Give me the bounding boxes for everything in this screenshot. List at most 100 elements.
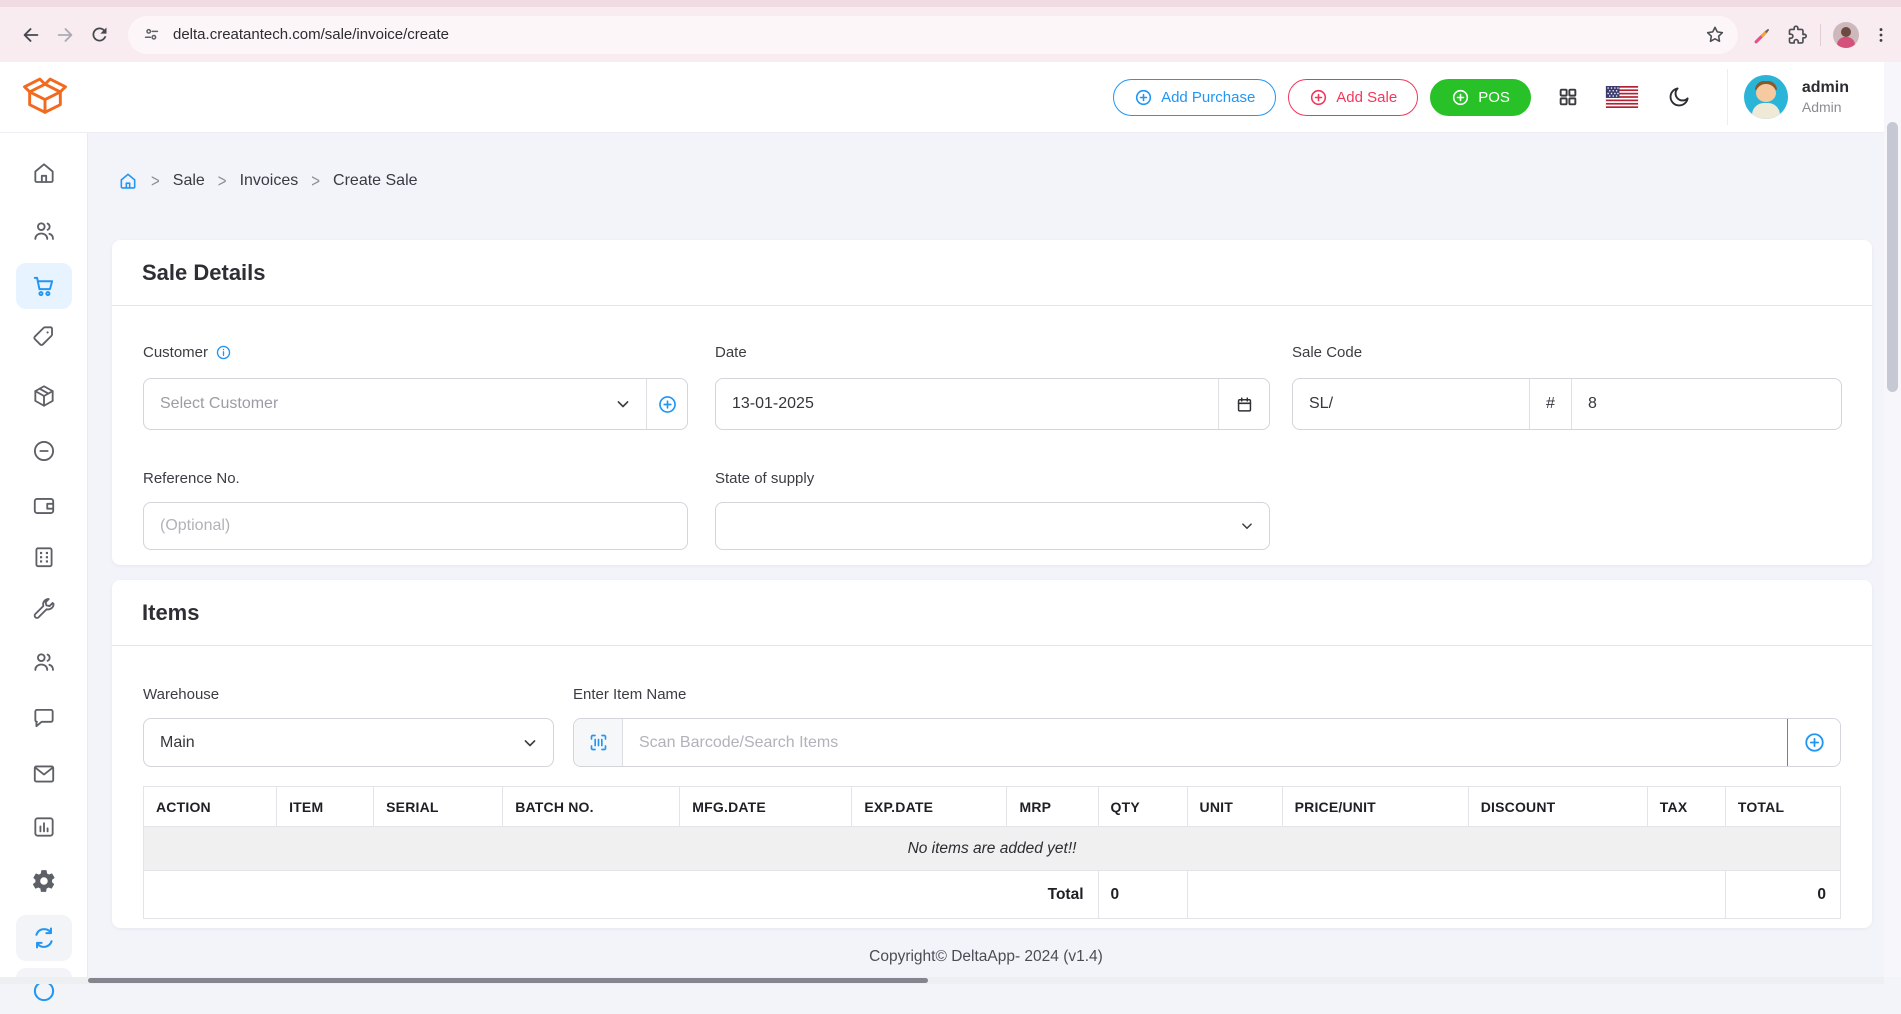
sidebar-item-home[interactable] (16, 150, 72, 196)
sale-code-label: Sale Code (1292, 344, 1362, 361)
user-avatar (1744, 75, 1788, 119)
extensions-puzzle-icon[interactable] (1786, 24, 1808, 46)
sidebar-item-more[interactable] (16, 968, 72, 1014)
add-purchase-button[interactable]: Add Purchase (1113, 79, 1276, 116)
col-action: ACTION (144, 787, 277, 827)
calendar-icon (1235, 395, 1254, 414)
breadcrumb-home-icon[interactable] (118, 171, 138, 191)
color-picker-extension-icon[interactable] (1752, 24, 1774, 46)
warehouse-value: Main (144, 719, 520, 766)
breadcrumb-sale[interactable]: Sale (173, 172, 205, 190)
add-customer-button[interactable] (646, 379, 687, 429)
app-header: Add Purchase Add Sale POS admin Admin (0, 62, 1901, 133)
chevron-down-icon (520, 719, 553, 766)
total-amount: 0 (1725, 871, 1840, 919)
tab-strip (0, 0, 1901, 7)
customer-select[interactable]: Select Customer (143, 378, 688, 430)
app-logo[interactable] (20, 72, 70, 122)
bookmark-star-icon[interactable] (1704, 24, 1726, 46)
sidebar-item-settings[interactable] (16, 858, 72, 904)
sidebar-item-reports[interactable] (16, 804, 72, 850)
sync-icon (31, 925, 57, 951)
toolbar-divider (1820, 24, 1821, 46)
language-flag-icon[interactable] (1605, 86, 1639, 108)
warehouse-label: Warehouse (143, 686, 219, 703)
sidebar-item-customers[interactable] (16, 208, 72, 254)
browser-menu-icon[interactable] (1871, 25, 1891, 45)
user-name: admin (1802, 78, 1849, 98)
vertical-scrollbar (1884, 62, 1901, 977)
reference-field[interactable] (143, 502, 688, 550)
date-input[interactable] (716, 379, 1218, 429)
plus-circle-icon (657, 394, 678, 415)
plus-circle-icon (1451, 88, 1470, 107)
breadcrumb: > Sale > Invoices > Create Sale (118, 166, 418, 196)
breadcrumb-separator: > (151, 170, 160, 191)
package-icon (31, 383, 57, 409)
breadcrumb-invoices[interactable]: Invoices (240, 172, 299, 190)
total-qty: 0 (1098, 871, 1187, 919)
date-label: Date (715, 344, 747, 361)
browser-forward-button[interactable] (48, 18, 82, 52)
breadcrumb-separator: > (311, 170, 320, 191)
sidebar-item-expenses[interactable] (16, 483, 72, 529)
add-purchase-label: Add Purchase (1161, 89, 1255, 106)
sidebar-item-accounts[interactable] (16, 534, 72, 580)
item-search-input[interactable] (623, 719, 1840, 766)
chat-icon (31, 705, 57, 731)
reference-label: Reference No. (143, 470, 240, 487)
col-qty: QTY (1098, 787, 1187, 827)
sidebar-item-staff[interactable] (16, 639, 72, 685)
browser-reload-button[interactable] (82, 18, 116, 52)
item-name-label: Enter Item Name (573, 686, 686, 703)
breadcrumb-separator: > (218, 170, 227, 191)
items-card: Items Warehouse Main Enter Item Name (112, 580, 1872, 928)
site-info-icon[interactable] (142, 25, 161, 44)
browser-back-button[interactable] (14, 18, 48, 52)
calendar-button[interactable] (1218, 379, 1269, 429)
vertical-scrollbar-thumb[interactable] (1887, 122, 1898, 392)
wallet-icon (31, 493, 57, 519)
col-tax: TAX (1647, 787, 1725, 827)
info-icon[interactable] (215, 344, 232, 361)
wrench-icon (31, 596, 57, 622)
cart-icon (31, 273, 57, 299)
user-menu[interactable]: admin Admin (1727, 69, 1849, 125)
sidebar-item-tools[interactable] (16, 586, 72, 632)
plus-circle-icon (1134, 88, 1153, 107)
sidebar-item-items[interactable] (16, 373, 72, 419)
sale-code-prefix-input[interactable] (1293, 379, 1529, 429)
add-sale-button[interactable]: Add Sale (1288, 79, 1418, 116)
building-icon (31, 544, 57, 570)
sidebar-item-messages[interactable] (16, 695, 72, 741)
col-batch-no: BATCH NO. (503, 787, 680, 827)
barcode-scan-icon[interactable] (574, 719, 623, 766)
sidebar-item-sales[interactable] (16, 263, 72, 309)
pos-button[interactable]: POS (1430, 79, 1531, 116)
apps-grid-icon[interactable] (1557, 86, 1579, 108)
col-exp-date: EXP.DATE (852, 787, 1007, 827)
browser-profile-avatar[interactable] (1833, 22, 1859, 48)
tag-icon (31, 323, 57, 349)
mail-icon (31, 761, 57, 787)
state-of-supply-select[interactable] (715, 502, 1270, 550)
horizontal-scrollbar (0, 977, 1884, 984)
address-bar[interactable]: delta.creatantech.com/sale/invoice/creat… (128, 16, 1738, 54)
horizontal-scrollbar-thumb[interactable] (88, 978, 928, 983)
sale-code-number-input[interactable] (1572, 395, 1841, 413)
url-text[interactable]: delta.creatantech.com/sale/invoice/creat… (173, 26, 1704, 43)
sidebar-item-email[interactable] (16, 751, 72, 797)
item-search-group (573, 718, 1841, 767)
dark-mode-moon-icon[interactable] (1667, 85, 1691, 109)
sidebar-item-sync[interactable] (16, 915, 72, 961)
totals-spacer (1187, 871, 1725, 919)
chevron-down-icon (1238, 503, 1269, 549)
sidebar-item-pricing[interactable] (16, 313, 72, 359)
date-field[interactable] (715, 378, 1270, 430)
customer-select-value: Select Customer (144, 379, 613, 429)
warehouse-select[interactable]: Main (143, 718, 554, 767)
table-header-row: ACTION ITEM SERIAL BATCH NO. MFG.DATE EX… (144, 787, 1841, 827)
sidebar-item-returns[interactable] (16, 428, 72, 474)
add-item-button[interactable] (1787, 718, 1841, 767)
reference-input[interactable] (144, 503, 687, 549)
